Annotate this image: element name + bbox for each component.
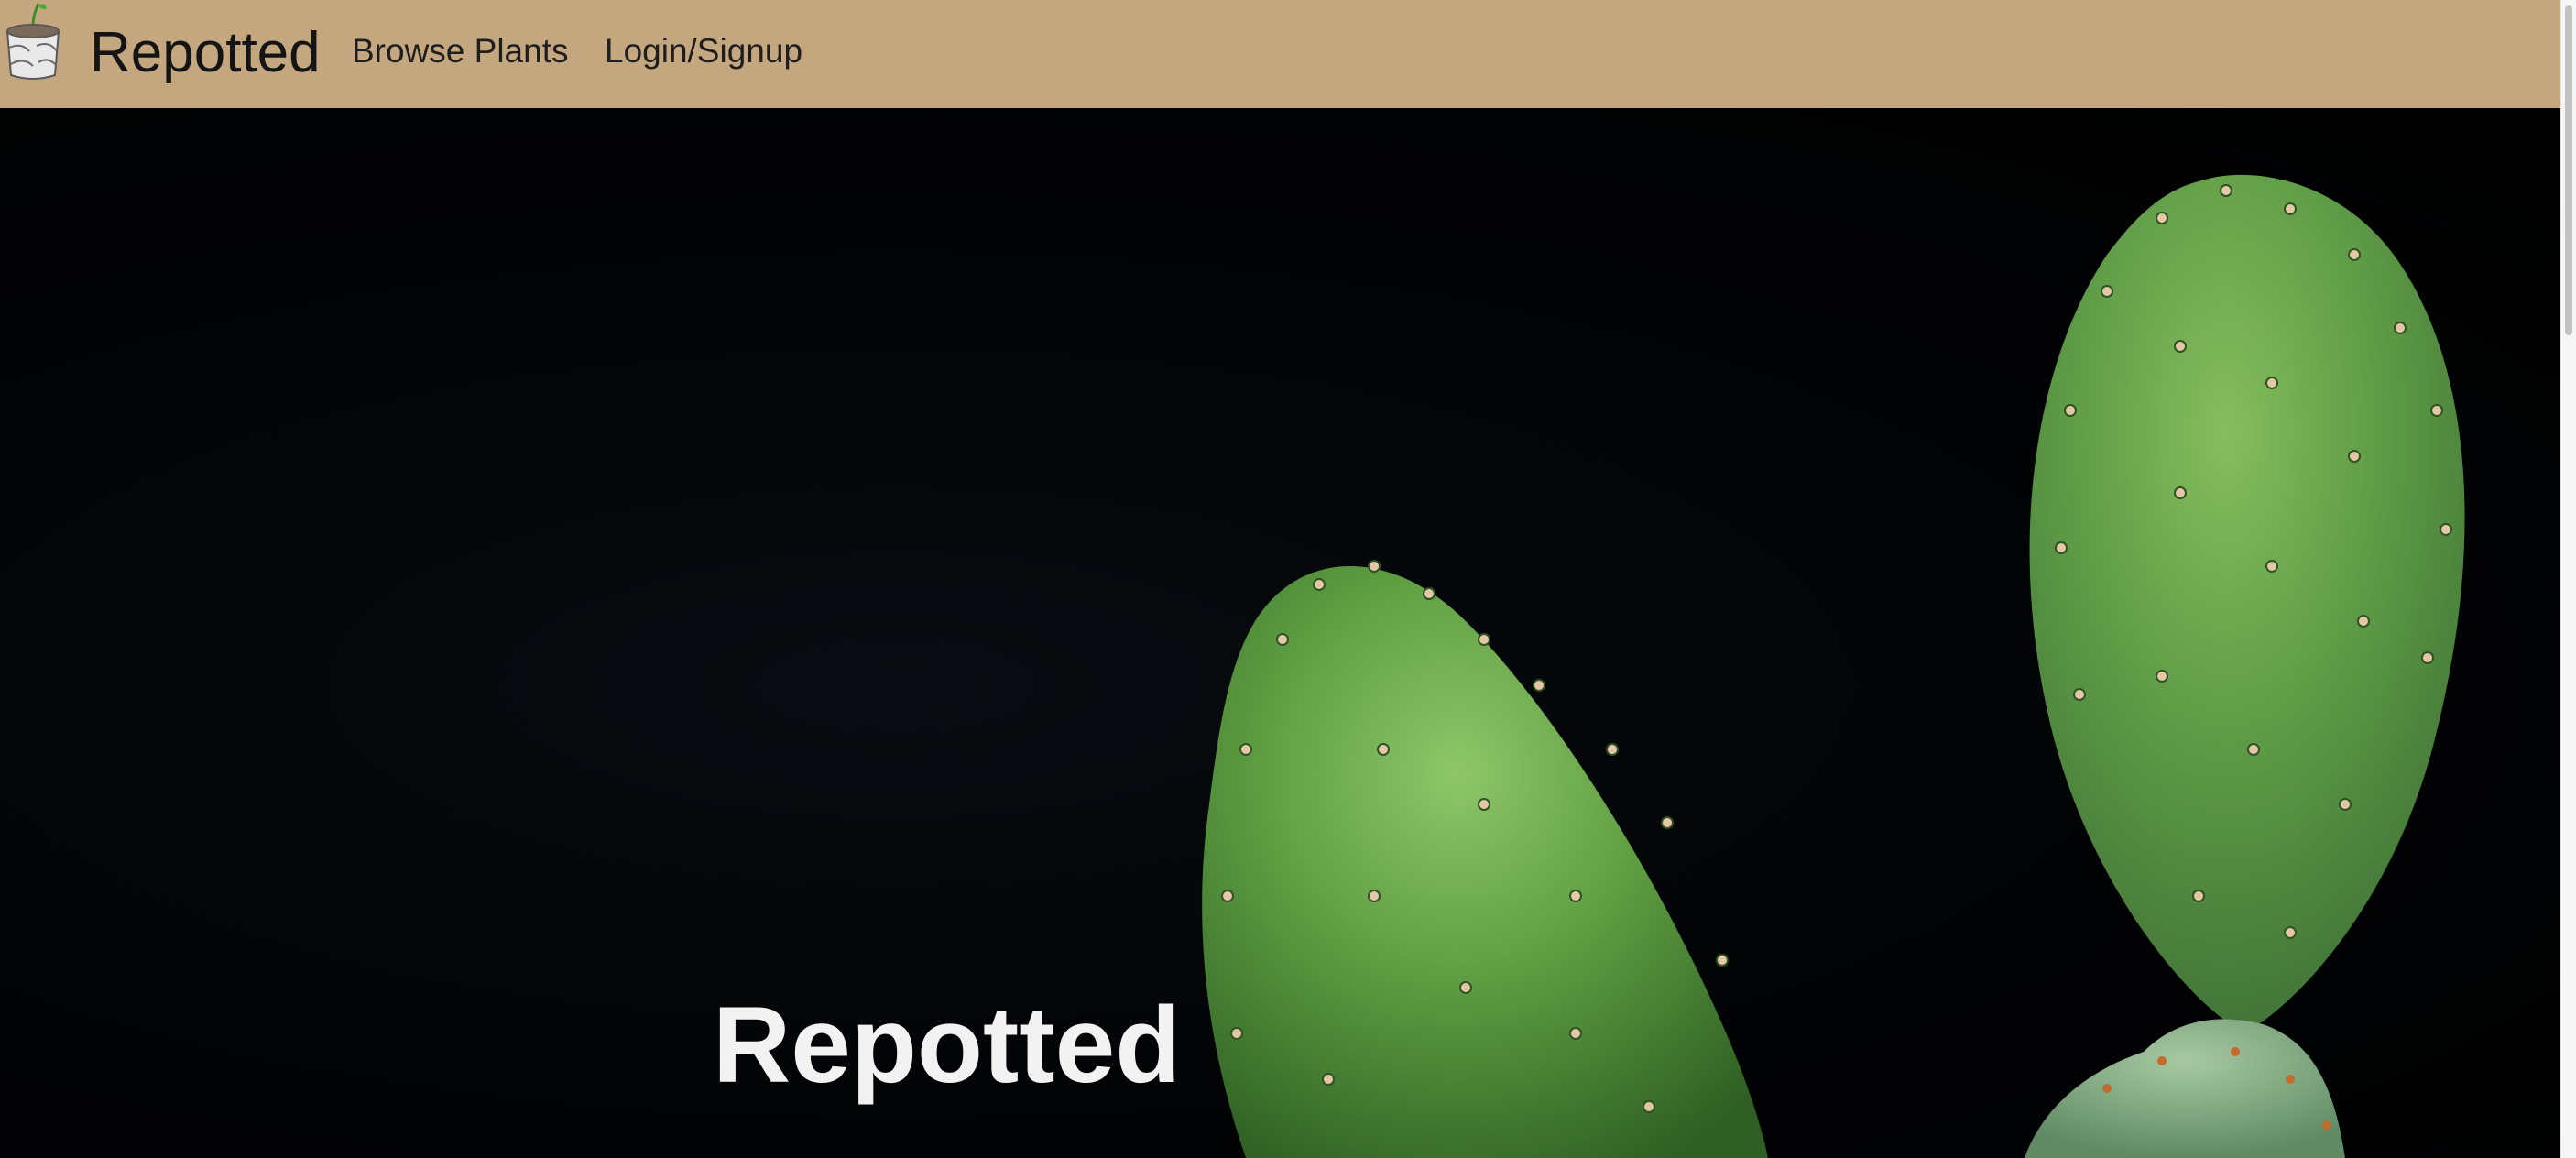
hero-banner: Repotted — [0, 108, 2561, 1158]
brand-link[interactable]: Repotted — [90, 20, 321, 86]
top-navbar: Repotted Browse Plants Login/Signup — [0, 0, 2561, 108]
hero-title: Repotted — [713, 985, 1182, 1106]
nav-login-signup-link[interactable]: Login/Signup — [605, 31, 802, 71]
potted-plant-icon[interactable] — [2, 0, 64, 82]
page-scrollbar[interactable] — [2560, 0, 2576, 1158]
nav-browse-plants-link[interactable]: Browse Plants — [352, 31, 569, 71]
cactus-hero-image — [1202, 174, 2465, 1158]
scrollbar-thumb[interactable] — [2565, 5, 2572, 335]
